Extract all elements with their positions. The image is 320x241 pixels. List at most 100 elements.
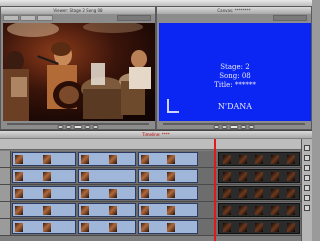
play-button[interactable] xyxy=(73,125,83,129)
canvas-timecode[interactable] xyxy=(273,15,307,21)
clip-thumbnail xyxy=(255,206,263,215)
play-in-out-button[interactable] xyxy=(84,125,91,129)
viewer-timecode[interactable] xyxy=(117,15,151,21)
clip-thumbnail xyxy=(141,155,149,164)
clip-thumbnail xyxy=(141,189,149,198)
clip-thumbnail xyxy=(223,155,231,164)
clip-thumbnail xyxy=(271,189,279,198)
timeline-clip[interactable] xyxy=(12,152,76,166)
timeline-clip[interactable] xyxy=(78,169,136,183)
clip-thumbnail xyxy=(109,206,117,215)
canvas-play-reverse-button[interactable] xyxy=(221,125,228,129)
clip-thumbnail xyxy=(81,189,89,198)
clip-thumbnail xyxy=(141,223,149,232)
clip-thumbnail xyxy=(287,172,295,181)
clip-thumbnail xyxy=(271,223,279,232)
clip-thumbnail xyxy=(43,206,51,215)
clip-thumbnail xyxy=(141,172,149,181)
viewer-video-frame[interactable] xyxy=(3,23,155,121)
clip-thumbnail xyxy=(223,206,231,215)
clip-thumbnail xyxy=(167,172,175,181)
timeline-clip[interactable] xyxy=(12,203,76,217)
performance-video-image xyxy=(3,23,155,121)
timeline-track xyxy=(0,185,302,202)
clip-thumbnail xyxy=(15,189,23,198)
slate-stage: Stage: 2 xyxy=(220,63,250,71)
timeline-clip[interactable] xyxy=(12,169,76,183)
timeline-tools-palette xyxy=(301,139,312,241)
clip-thumbnail xyxy=(255,155,263,164)
timeline-clip[interactable] xyxy=(12,186,76,200)
clip-thumbnail xyxy=(81,155,89,164)
track-label[interactable] xyxy=(0,202,11,218)
prev-edit-button[interactable] xyxy=(57,125,64,129)
next-edit-button[interactable] xyxy=(92,125,99,129)
clip-thumbnail xyxy=(167,206,175,215)
clip-thumbnail xyxy=(43,155,51,164)
track-label[interactable] xyxy=(0,219,11,235)
clip-thumbnail xyxy=(43,189,51,198)
clip-thumbnail xyxy=(15,155,23,164)
track-label[interactable] xyxy=(0,151,11,167)
timeline-playhead[interactable] xyxy=(214,139,216,241)
viewer-transport xyxy=(57,125,99,129)
tool-button[interactable] xyxy=(304,155,310,161)
viewer-tab-video[interactable] xyxy=(3,15,19,21)
timeline-clip[interactable] xyxy=(78,152,136,166)
track-label[interactable] xyxy=(0,168,11,184)
clip-thumbnail xyxy=(223,189,231,198)
viewer-tab-audio[interactable] xyxy=(20,15,36,21)
clip-thumbnail xyxy=(109,189,117,198)
clip-thumbnail xyxy=(223,172,231,181)
clip-thumbnail xyxy=(43,223,51,232)
viewer-title: Viewer: Stage 2 Song 08 xyxy=(1,7,155,14)
timeline-clip[interactable] xyxy=(218,152,300,166)
timeline-clip[interactable] xyxy=(218,169,300,183)
tool-button[interactable] xyxy=(304,165,310,171)
timeline-title: Timeline: **** xyxy=(0,131,312,138)
timeline-clip[interactable] xyxy=(218,220,300,234)
viewer-window: Viewer: Stage 2 Song 08 xyxy=(0,6,156,130)
viewer-tabs xyxy=(3,15,53,21)
clip-thumbnail xyxy=(239,206,247,215)
tool-button[interactable] xyxy=(304,195,310,201)
timeline-clip[interactable] xyxy=(138,220,198,234)
timeline-clip[interactable] xyxy=(138,169,198,183)
title-safe-corner xyxy=(167,99,179,113)
viewer-tab-filters[interactable] xyxy=(37,15,53,21)
clip-thumbnail xyxy=(109,155,117,164)
clip-thumbnail xyxy=(255,223,263,232)
clip-thumbnail xyxy=(15,172,23,181)
clip-thumbnail xyxy=(287,223,295,232)
slate-name: N'DANA xyxy=(217,102,253,111)
tool-button[interactable] xyxy=(304,205,310,211)
timeline-clip[interactable] xyxy=(138,186,198,200)
timeline-ruler[interactable] xyxy=(0,139,312,150)
timeline-clip[interactable] xyxy=(218,186,300,200)
tool-button[interactable] xyxy=(304,145,310,151)
timeline-clip[interactable] xyxy=(12,220,76,234)
clip-thumbnail xyxy=(287,206,295,215)
timeline-clip[interactable] xyxy=(78,186,136,200)
tool-button[interactable] xyxy=(304,185,310,191)
canvas-prev-edit-button[interactable] xyxy=(213,125,220,129)
timeline-clip[interactable] xyxy=(78,203,136,217)
canvas-play-button[interactable] xyxy=(229,125,239,129)
timeline-clip[interactable] xyxy=(218,203,300,217)
timeline-window: Timeline: **** xyxy=(0,130,312,241)
title-slate[interactable]: Stage: 2 Song: 08 Title: ****** N'DANA xyxy=(159,23,311,121)
clip-thumbnail xyxy=(81,172,89,181)
canvas-window: Canvas: ******** Stage: 2 Song: 08 Title… xyxy=(156,6,312,130)
clip-thumbnail xyxy=(43,172,51,181)
track-label[interactable] xyxy=(0,185,11,201)
timeline-clip[interactable] xyxy=(78,220,136,234)
canvas-next-edit-button[interactable] xyxy=(248,125,255,129)
timeline-clip[interactable] xyxy=(138,152,198,166)
tool-button[interactable] xyxy=(304,175,310,181)
canvas-play-in-out-button[interactable] xyxy=(240,125,247,129)
canvas-title: Canvas: ******** xyxy=(157,7,311,14)
timeline-clip[interactable] xyxy=(138,203,198,217)
play-reverse-button[interactable] xyxy=(65,125,72,129)
clip-thumbnail xyxy=(271,155,279,164)
clip-thumbnail xyxy=(255,189,263,198)
